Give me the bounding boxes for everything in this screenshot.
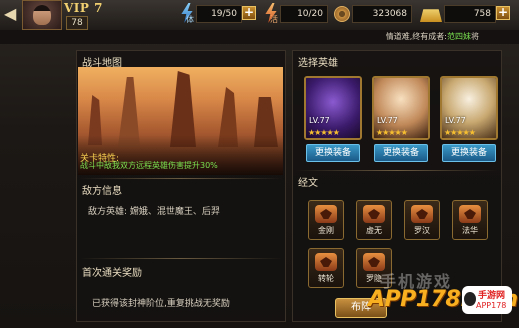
hero-stars: ★★★★★ [376, 128, 408, 137]
add-gold-button[interactable]: + [496, 6, 510, 20]
announcement-text: 情道难,终有成者:范四妹将 [385, 32, 479, 41]
add-stamina-button[interactable]: + [242, 6, 256, 20]
hero-stars: ★★★★★ [308, 128, 340, 137]
select-hero-title: 选择英雄 [298, 58, 338, 69]
divider [80, 178, 282, 179]
scripture-icon [411, 205, 433, 223]
watermark-logo: 手游网 APP178 [462, 286, 512, 314]
first-clear-reward-text: 已获得该封神阶位,重复挑战无奖励 [92, 299, 230, 309]
hero-slot-1[interactable]: LV.77 ★★★★★ [304, 76, 362, 140]
scripture-icon [315, 205, 337, 223]
player-avatar[interactable] [22, 0, 62, 30]
enemy-heroes-text: 敌方英雄: 嫦娥、混世魔王、后羿 [88, 207, 220, 217]
hero-slot-3[interactable]: LV.77 ★★★★★ [440, 76, 498, 140]
divider [296, 170, 498, 171]
vip-label: VIP 7 [64, 1, 103, 15]
scripture-slot-3[interactable]: 罗汉 [404, 200, 440, 240]
hero-slot-2[interactable]: LV.77 ★★★★★ [372, 76, 430, 140]
top-bar: ◀ VIP 7 78 体 19/50 + 活 10/20 323068 758 … [0, 0, 519, 31]
scripture-icon [459, 205, 481, 223]
energy-value: 10/20 [280, 5, 328, 23]
stage-feature-text: 战斗中敌我双方远程英雄伤害提升30% [80, 161, 218, 170]
first-clear-reward-title: 首次通关奖励 [82, 268, 142, 279]
scripture-title: 经文 [298, 178, 318, 189]
mascot-icon [464, 292, 476, 306]
announcement-bar: 情道难,终有成者:范四妹将 [0, 30, 519, 44]
change-equipment-button-3[interactable]: 更换装备 [442, 144, 496, 162]
player-level: 78 [66, 16, 88, 30]
scripture-slot-1[interactable]: 金刚 [308, 200, 344, 240]
gold-value: 758 [444, 5, 496, 23]
scripture-slot-4[interactable]: 法华 [452, 200, 488, 240]
enemy-info-title: 敌方信息 [82, 186, 122, 197]
energy-icon: 活 [262, 2, 280, 26]
divider [80, 258, 282, 259]
scripture-slot-5[interactable]: 转轮 [308, 248, 344, 288]
change-equipment-button-2[interactable]: 更换装备 [374, 144, 428, 162]
coin-icon [334, 6, 350, 22]
stamina-value: 19/50 [196, 5, 242, 23]
coin-value: 323068 [352, 5, 412, 23]
gold-ingot-icon [420, 9, 442, 22]
back-arrow-icon[interactable]: ◀ [4, 4, 20, 24]
scripture-slot-2[interactable]: 虚无 [356, 200, 392, 240]
hero-stars: ★★★★★ [444, 128, 476, 137]
scripture-icon [315, 253, 337, 271]
stamina-icon: 体 [178, 2, 196, 26]
scripture-icon [363, 205, 385, 223]
change-equipment-button-1[interactable]: 更换装备 [306, 144, 360, 162]
